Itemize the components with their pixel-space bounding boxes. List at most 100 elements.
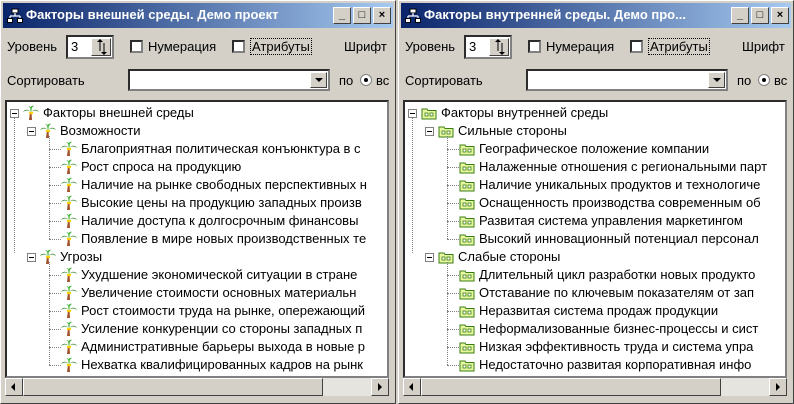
tree-node-label: Сильные стороны — [458, 123, 567, 138]
palm-tree-icon — [61, 303, 77, 319]
order-radio[interactable] — [360, 74, 372, 86]
collapse-icon[interactable] — [408, 109, 417, 118]
close-button[interactable]: × — [373, 7, 391, 24]
tree-node-label: Увеличение стоимости основных материальн — [81, 285, 357, 300]
tree-connector — [412, 118, 413, 253]
tree-node-label: Административные барьеры выхода в новые … — [81, 339, 366, 354]
level-spinner[interactable]: 3 — [464, 35, 512, 59]
green-folder-icon — [459, 177, 475, 193]
level-spinner[interactable]: 3 — [66, 35, 114, 59]
collapse-icon[interactable] — [27, 127, 36, 136]
order-label: по — [339, 73, 354, 88]
close-button[interactable]: × — [771, 7, 789, 24]
green-folder-icon — [459, 159, 475, 175]
tree-node-label: Высокие цены на продукцию западных произ… — [81, 195, 362, 210]
tree-node-label: Возможности — [60, 123, 141, 138]
tree-connector — [447, 329, 459, 330]
tree-connector — [447, 275, 459, 276]
scroll-thumb[interactable] — [23, 378, 323, 396]
level-value: 3 — [71, 39, 79, 54]
tree-node-label: Наличие уникальных продуктов и технологи… — [479, 177, 761, 192]
attributes-checkbox[interactable] — [630, 40, 643, 53]
scroll-left-icon[interactable] — [5, 378, 23, 396]
numbering-checkbox[interactable] — [528, 40, 541, 53]
collapse-icon[interactable] — [425, 253, 434, 262]
tree-connector — [49, 203, 61, 204]
green-folder-icon — [459, 303, 475, 319]
toolbar: Уровень 3 Нумерация Атрибуты Шрифт — [401, 30, 791, 68]
tree-connector — [49, 185, 61, 186]
green-folder-icon — [459, 267, 475, 283]
palm-tree-icon — [61, 285, 77, 301]
collapse-icon[interactable] — [27, 253, 36, 262]
scroll-left-icon[interactable] — [403, 378, 421, 396]
tree-connector — [447, 185, 459, 186]
green-folder-icon — [459, 231, 475, 247]
scroll-right-icon[interactable] — [371, 378, 389, 396]
tree-connector — [447, 203, 459, 204]
tree-connector — [447, 262, 448, 365]
minimize-button[interactable]: _ — [333, 7, 351, 24]
level-value: 3 — [469, 39, 477, 54]
sort-row: Сортировать по вс — [3, 68, 393, 98]
sort-dropdown[interactable] — [526, 69, 728, 91]
sort-label: Сортировать — [405, 73, 483, 88]
green-folder-icon — [459, 285, 475, 301]
chevron-down-icon[interactable] — [708, 72, 725, 88]
minimize-button[interactable]: _ — [731, 7, 749, 24]
tree-connector — [14, 118, 15, 253]
sort-row: Сортировать по вс — [401, 68, 791, 98]
tree-node-label: Угрозы — [60, 249, 103, 264]
tree-node-label: Появление в мире новых производственных … — [81, 231, 367, 246]
window-title: Факторы внутренней среды. Демо про... — [424, 7, 686, 22]
scroll-thumb[interactable] — [421, 378, 721, 396]
maximize-button[interactable]: □ — [353, 7, 371, 24]
horizontal-scrollbar[interactable] — [5, 378, 389, 396]
tree-connector — [49, 239, 61, 240]
factors-tree[interactable]: Факторы внешней среды Возможности Благопри… — [5, 100, 389, 378]
collapse-icon[interactable] — [10, 109, 19, 118]
chevron-down-icon[interactable] — [310, 72, 327, 88]
green-folder-icon — [459, 141, 475, 157]
collapse-icon[interactable] — [425, 127, 434, 136]
spin-arrows-icon[interactable] — [91, 38, 111, 56]
scroll-right-icon[interactable] — [769, 378, 787, 396]
tree-node-label: Географическое положение компании — [479, 141, 710, 156]
tree-connector — [49, 167, 61, 168]
palm-tree-icon — [61, 195, 77, 211]
attributes-checkbox[interactable] — [232, 40, 245, 53]
tree-node-label: Рост стоимости труда на рынке, опережающ… — [81, 303, 365, 318]
font-button[interactable]: Шрифт — [344, 39, 387, 54]
palm-tree-icon — [61, 357, 77, 373]
title-bar[interactable]: Факторы внутренней среды. Демо про... _ … — [401, 3, 791, 28]
tree-node-label: Неформализованные бизнес-процессы и сист — [479, 321, 759, 336]
factors-tree[interactable]: Факторы внутренней среды Сильные стороны Г… — [403, 100, 787, 378]
order-label: по — [737, 73, 752, 88]
tree-connector — [447, 239, 459, 240]
font-button[interactable]: Шрифт — [742, 39, 785, 54]
attributes-label: Атрибуты — [648, 38, 710, 55]
attributes-label: Атрибуты — [250, 38, 312, 55]
tree-node-label: Оснащенность производства современным об — [479, 195, 761, 210]
numbering-label: Нумерация — [148, 39, 217, 54]
tree-node-label: Высокий инновационный потенциал персонал — [479, 231, 759, 246]
spin-arrows-icon[interactable] — [489, 38, 509, 56]
horizontal-scrollbar[interactable] — [403, 378, 787, 396]
tree-node-label: Факторы внешней среды — [43, 105, 194, 120]
maximize-button[interactable]: □ — [751, 7, 769, 24]
tree-connector — [49, 311, 61, 312]
tree-connector — [447, 136, 448, 239]
level-label: Уровень — [405, 39, 456, 54]
tree-node-label: Наличие доступа к долгосрочным финансовы — [81, 213, 359, 228]
green-folder-icon — [459, 357, 475, 373]
order-radio[interactable] — [758, 74, 770, 86]
palm-tree-icon — [23, 105, 39, 121]
sort-dropdown[interactable] — [128, 69, 330, 91]
tree-node-label: Нехватка квалифицированных кадров на рын… — [81, 357, 363, 372]
numbering-checkbox[interactable] — [130, 40, 143, 53]
green-folder-icon — [459, 321, 475, 337]
tree-connector — [49, 275, 61, 276]
palm-tree-icon — [61, 141, 77, 157]
green-folder-icon — [459, 195, 475, 211]
title-bar[interactable]: Факторы внешней среды. Демо проект _ □ × — [3, 3, 393, 28]
